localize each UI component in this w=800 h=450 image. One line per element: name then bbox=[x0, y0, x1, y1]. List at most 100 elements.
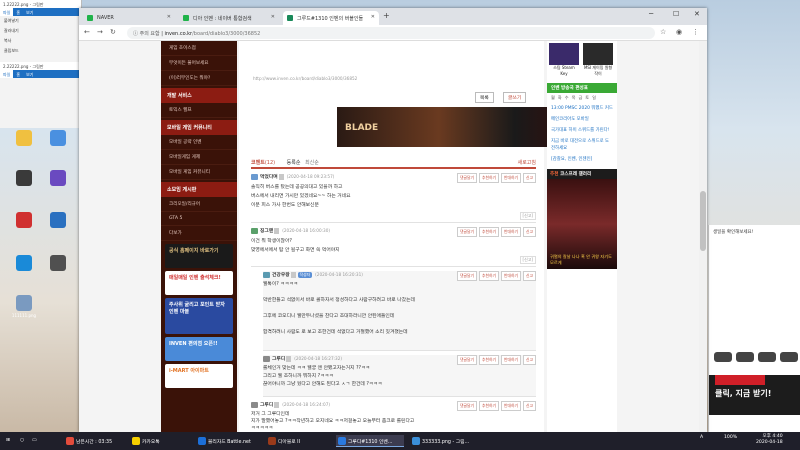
close-icon[interactable]: ✕ bbox=[271, 14, 275, 20]
nav-item[interactable]: 다보가 bbox=[161, 226, 237, 241]
oppose-button[interactable]: 반대하기 bbox=[501, 271, 521, 281]
new-tab-icon[interactable]: + bbox=[383, 11, 390, 20]
taskbar-item[interactable]: 블리자드 Battle.net bbox=[196, 435, 262, 447]
day-tab[interactable]: 화 bbox=[558, 95, 562, 101]
recommend-button[interactable]: 추천하기 bbox=[479, 227, 500, 237]
report-button[interactable]: 신고 bbox=[523, 227, 536, 237]
report-link[interactable]: [신고] bbox=[519, 212, 536, 220]
nav-item[interactable]: 모바일게임 게제 bbox=[161, 150, 237, 165]
forward-icon[interactable]: → bbox=[97, 28, 103, 36]
reply-button[interactable]: 댓글달기 bbox=[457, 271, 478, 281]
report-button[interactable]: 신고 bbox=[523, 355, 536, 365]
back-icon[interactable]: ← bbox=[84, 28, 90, 36]
comment-author[interactable]: 건강우왕 bbox=[272, 273, 290, 278]
nav-item[interactable]: GTA 5 bbox=[161, 212, 237, 226]
report-button[interactable]: 신고 bbox=[523, 401, 536, 411]
task-view-icon[interactable]: ▭ bbox=[30, 435, 39, 447]
tab-inven[interactable]: 그루드#1310 인벤의 버블인들 ✕ bbox=[283, 11, 379, 25]
tab-search[interactable]: 디아 인벤 : 네이버 통합검색 ✕ bbox=[179, 11, 279, 25]
taskbar-item[interactable]: 333333.png - 그림... bbox=[410, 435, 478, 447]
banner-store[interactable]: INVEN 편의점 오픈!! bbox=[165, 337, 233, 361]
scrollbar[interactable] bbox=[699, 41, 707, 432]
report-button[interactable]: 신고 bbox=[523, 271, 536, 281]
taskbar-item[interactable]: 카카오톡 bbox=[130, 435, 190, 447]
maximize-icon[interactable]: ☐ bbox=[673, 10, 679, 18]
ime-indicator[interactable]: A bbox=[700, 435, 703, 440]
desktop-icon[interactable] bbox=[44, 212, 72, 230]
taskbar-item[interactable]: 남은시간 : 03:35 bbox=[64, 435, 122, 447]
start-icon[interactable]: ⊞ bbox=[4, 435, 12, 447]
bg-tab-file[interactable]: 파일 bbox=[0, 8, 14, 16]
day-tab[interactable]: 금 bbox=[578, 95, 582, 101]
reply-button[interactable]: 댓글달기 bbox=[457, 401, 478, 411]
sort-latest[interactable]: 최신순 bbox=[305, 160, 319, 166]
banner-marble[interactable]: 주사위 굴리고 포인트 받자 인벤 마블 bbox=[165, 298, 233, 334]
close-icon[interactable]: ✕ bbox=[371, 14, 375, 20]
star-icon[interactable]: ☆ bbox=[660, 28, 666, 36]
comment-author[interactable]: 징그맨 bbox=[260, 229, 273, 234]
nav-item[interactable]: 모바일 공략 인벤 bbox=[161, 135, 237, 150]
pill-button[interactable] bbox=[714, 352, 732, 362]
recommend-button[interactable]: 추천하기 bbox=[479, 401, 500, 411]
product-ad[interactable]: MSI 게이밍 원형작이 bbox=[583, 43, 613, 77]
recommend-button[interactable]: 추천하기 bbox=[479, 173, 500, 183]
reply-button[interactable]: 댓글달기 bbox=[457, 355, 478, 365]
right-bg-ad[interactable]: 클릭, 지금 받기! bbox=[709, 375, 800, 415]
banner-attendance[interactable]: 매일매일 인벤 출석체크! bbox=[165, 271, 233, 295]
day-tab[interactable]: 목 bbox=[572, 95, 576, 101]
search-icon[interactable]: ○ bbox=[18, 435, 26, 447]
desktop-icon[interactable] bbox=[44, 255, 72, 273]
day-tab[interactable]: 일 bbox=[592, 95, 596, 101]
url-field[interactable]: ⓘ 주의 요함 | inven.co.kr/board/diablo3/3000… bbox=[127, 27, 655, 39]
cosplay-image[interactable]: 귀멸의 칼날 나나 혹 안 귀왕 자기도 모르게 bbox=[547, 179, 617, 269]
nav-item[interactable]: (이)러무인도는 뭐야? bbox=[161, 71, 237, 86]
taskbar-item[interactable]: 디아블로 II bbox=[266, 435, 332, 447]
broadcast-item[interactable]: 지금 바로 대전으로 스위드로 도전하세요 bbox=[547, 136, 617, 154]
taskbar-item-active[interactable]: 그루디#1310 인벤... bbox=[336, 435, 404, 447]
tab-naver[interactable]: NAVER ✕ bbox=[83, 11, 175, 25]
sort-registered[interactable]: 등록순 bbox=[287, 160, 301, 166]
bg-cut[interactable]: 잘라내기 bbox=[0, 26, 81, 36]
nav-item[interactable]: 토익스 헬프 bbox=[161, 103, 237, 118]
reply-button[interactable]: 댓글달기 bbox=[457, 173, 478, 183]
bg-copy[interactable]: 복사 bbox=[0, 36, 81, 46]
clock[interactable]: 오후 4:40 2020-04-18 bbox=[756, 434, 783, 446]
desktop-icon[interactable] bbox=[44, 130, 72, 148]
oppose-button[interactable]: 반대하기 bbox=[501, 227, 521, 237]
bg2-tab-view[interactable]: 보기 bbox=[23, 70, 36, 78]
gallery-title[interactable]: 추천 코스프레 갤러리 bbox=[547, 169, 617, 179]
scrollbar-thumb[interactable] bbox=[700, 191, 706, 251]
banner-imart[interactable]: i-MART 아이마트 bbox=[165, 364, 233, 388]
report-button[interactable]: 신고 bbox=[523, 173, 536, 183]
bg-tab-home[interactable]: 홈 bbox=[13, 8, 23, 16]
nav-item[interactable]: 크리오일/리규어 bbox=[161, 197, 237, 212]
day-tab[interactable]: 수 bbox=[565, 95, 569, 101]
comment-author[interactable]: 그루디 bbox=[260, 403, 273, 408]
oppose-button[interactable]: 반대하기 bbox=[501, 355, 521, 365]
comment-author[interactable]: 먹었다며 bbox=[260, 175, 278, 180]
desktop-icon[interactable] bbox=[10, 130, 38, 148]
day-tab[interactable]: 토 bbox=[585, 95, 589, 101]
bg-tab-view[interactable]: 보기 bbox=[23, 8, 36, 16]
bg-paste[interactable]: 붙여넣기 bbox=[0, 16, 81, 26]
oppose-button[interactable]: 반대하기 bbox=[501, 401, 521, 411]
desktop-icon-png[interactable]: 111111.png bbox=[10, 295, 38, 318]
report-link[interactable]: [신고] bbox=[519, 256, 536, 264]
nav-item[interactable]: 모바일 게임 커뮤니티 bbox=[161, 165, 237, 180]
desktop-icon[interactable] bbox=[10, 212, 38, 230]
recommend-button[interactable]: 추천하기 bbox=[479, 355, 500, 365]
reply-button[interactable]: 댓글달기 bbox=[457, 227, 478, 237]
broadcast-item[interactable]: 국가대표 하이 스위드를 가린다! bbox=[547, 125, 617, 136]
broadcast-title[interactable]: 인벤 방송국 편성표 bbox=[547, 83, 617, 93]
recommend-button[interactable]: 추천하기 bbox=[479, 271, 500, 281]
reload-icon[interactable]: ↻ bbox=[110, 28, 116, 36]
nav-item[interactable]: 무엇이든 물어보세요 bbox=[161, 56, 237, 71]
nav-item[interactable]: 게임 초이스점 bbox=[161, 41, 237, 56]
refresh-link[interactable]: 새로고침 bbox=[518, 159, 536, 166]
day-tab[interactable]: 월 bbox=[551, 95, 555, 101]
minimize-icon[interactable]: ─ bbox=[649, 10, 653, 18]
pill-button[interactable] bbox=[758, 352, 776, 362]
source-url[interactable]: http://www.inven.co.kr/board/diablo3/300… bbox=[253, 76, 357, 81]
desktop-icon[interactable] bbox=[44, 170, 72, 188]
desktop-icon[interactable] bbox=[10, 255, 38, 273]
